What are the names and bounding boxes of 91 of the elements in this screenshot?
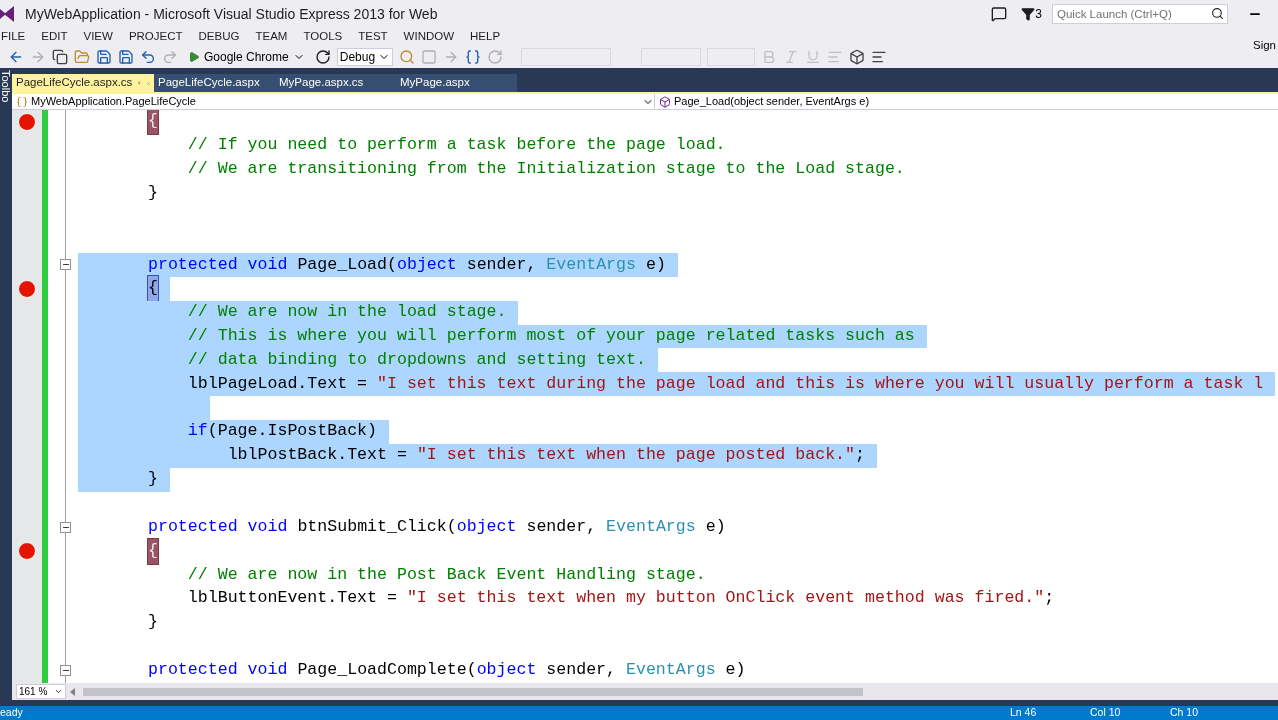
code-text: lblPageLoad.Text = (186, 372, 369, 395)
search-icon[interactable] (1211, 7, 1224, 20)
code-text: btnSubmit_Click( (296, 515, 457, 538)
caret-icon (54, 687, 63, 696)
configuration-dropdown[interactable]: Debug (336, 48, 393, 66)
status-message: eady (0, 705, 24, 720)
code-text: } (148, 611, 158, 634)
document-tab[interactable]: PageLifeCycle.aspx.cs (12, 74, 154, 92)
type-dropdown[interactable]: MyWebApplication.PageLifeCycle (12, 94, 655, 109)
back-icon[interactable] (8, 49, 24, 65)
code-text: EventArgs (626, 658, 716, 681)
menu-item[interactable]: DEBUG (190, 28, 248, 46)
scroll-left-icon[interactable] (70, 687, 75, 696)
filter-icon[interactable] (1021, 7, 1036, 21)
code-text: sender, (525, 515, 598, 538)
code-text: (Page.IsPostBack) (207, 420, 378, 443)
collapse-icon[interactable] (60, 259, 71, 271)
code-text: { (148, 276, 158, 302)
sign-in-link[interactable]: Sign (1252, 37, 1276, 55)
code-text: // This is where you will perform most of your page related tasks such as (186, 325, 915, 348)
code-text: ; (1044, 587, 1055, 610)
code-text: "I set this text during the page load and this is where you will usually perform a task l (377, 372, 1264, 395)
notification-count: 3 (1035, 6, 1042, 23)
breakpoint-icon[interactable] (18, 279, 36, 298)
code-text: EventArgs (606, 515, 696, 538)
menu-item[interactable]: WINDOW (395, 28, 463, 46)
indent-icon[interactable] (870, 49, 887, 65)
feedback-icon[interactable] (991, 6, 1008, 22)
code-text: // We are now in the Post Back Event Handling stage. (186, 563, 706, 586)
code-text: e) (704, 515, 726, 538)
collapse-icon[interactable] (60, 664, 71, 676)
code-text: { (148, 110, 158, 135)
code-text: protected void (148, 253, 288, 276)
code-text: { (148, 538, 158, 564)
code-text: ; (855, 444, 865, 467)
save-icon[interactable] (96, 49, 112, 65)
play-icon (188, 51, 200, 63)
find-icon[interactable] (398, 49, 415, 65)
quick-launch-field[interactable]: Quick Launch (Ctrl+Q) (1052, 4, 1228, 24)
code-text: object (396, 253, 457, 276)
breakpoint-icon[interactable] (18, 542, 36, 561)
code-text: Page_LoadComplete( (296, 658, 477, 681)
cursor-char: Ch 10 (1170, 705, 1199, 720)
member-dropdown[interactable]: Page_Load(object sender, EventArgs e) (655, 94, 1278, 109)
code-text: e) (724, 658, 746, 681)
window-title: MyWebApplication - Microsoft Visual Studio Express 2013 for Web (25, 4, 438, 24)
browser-button[interactable]: Google Chrome (184, 48, 309, 66)
code-text: // If you need to perform a task before the page load. (186, 134, 726, 157)
menu-item[interactable]: TEST (350, 28, 396, 46)
toolbox-tab[interactable]: Toolbo (0, 70, 15, 103)
code-text: object (476, 658, 537, 681)
app-logo-icon (0, 5, 14, 23)
code-text: // We are now in the load stage. (186, 301, 507, 324)
menu-item[interactable]: VIEW (75, 28, 121, 46)
menu-item[interactable]: PROJECT (120, 28, 191, 46)
code-text: if (186, 420, 208, 443)
code-text: lblButtonEvent.Text = (186, 587, 398, 610)
refresh-icon[interactable] (314, 49, 331, 65)
code-text: protected void (148, 515, 288, 538)
document-tab[interactable]: MyPage.aspx.cs (275, 74, 396, 92)
code-text: } (148, 182, 158, 204)
code-text: protected void (148, 658, 288, 681)
code-text: // data binding to dropdowns and setting text. (186, 348, 646, 371)
menu-item[interactable]: TEAM (247, 28, 296, 46)
code-text: lblPostBack.Text = (226, 444, 408, 467)
new-item-icon[interactable] (52, 49, 68, 65)
code-text: e) (644, 253, 666, 276)
document-tab[interactable]: MyPage.aspx (396, 74, 517, 92)
code-text: sender, (465, 253, 538, 276)
open-folder-icon[interactable] (74, 49, 90, 65)
menu-item[interactable]: TOOLS (295, 28, 351, 46)
menu-item[interactable]: FILE (1, 28, 34, 46)
zoom-dropdown[interactable]: 161 % (16, 684, 66, 699)
cursor-column: Col 10 (1090, 705, 1170, 720)
menu-item[interactable]: EDIT (33, 28, 76, 46)
code-text: object (456, 515, 517, 538)
code-text: EventArgs (546, 253, 636, 276)
collapse-icon[interactable] (60, 521, 71, 533)
menu-item[interactable]: HELP (462, 28, 509, 46)
code-text: "I set this text when the page posted back." (416, 444, 856, 467)
code-text: "I set this text when my button OnClick event method was fired." (406, 587, 1045, 610)
code-text: Page_Load( (296, 253, 397, 276)
document-tab[interactable]: PageLifeCycle.aspx (154, 74, 275, 92)
code-text: sender, (545, 658, 618, 681)
cursor-line: Ln 46 (1010, 705, 1038, 720)
save-all-icon[interactable] (118, 49, 134, 65)
horizontal-scrollbar[interactable] (83, 687, 863, 696)
code-text: // We are transitioning from the Initialization stage to the Load stage. (186, 158, 905, 181)
code-text: } (148, 468, 158, 491)
breakpoint-icon[interactable] (18, 112, 36, 131)
undo-icon[interactable] (140, 49, 156, 65)
